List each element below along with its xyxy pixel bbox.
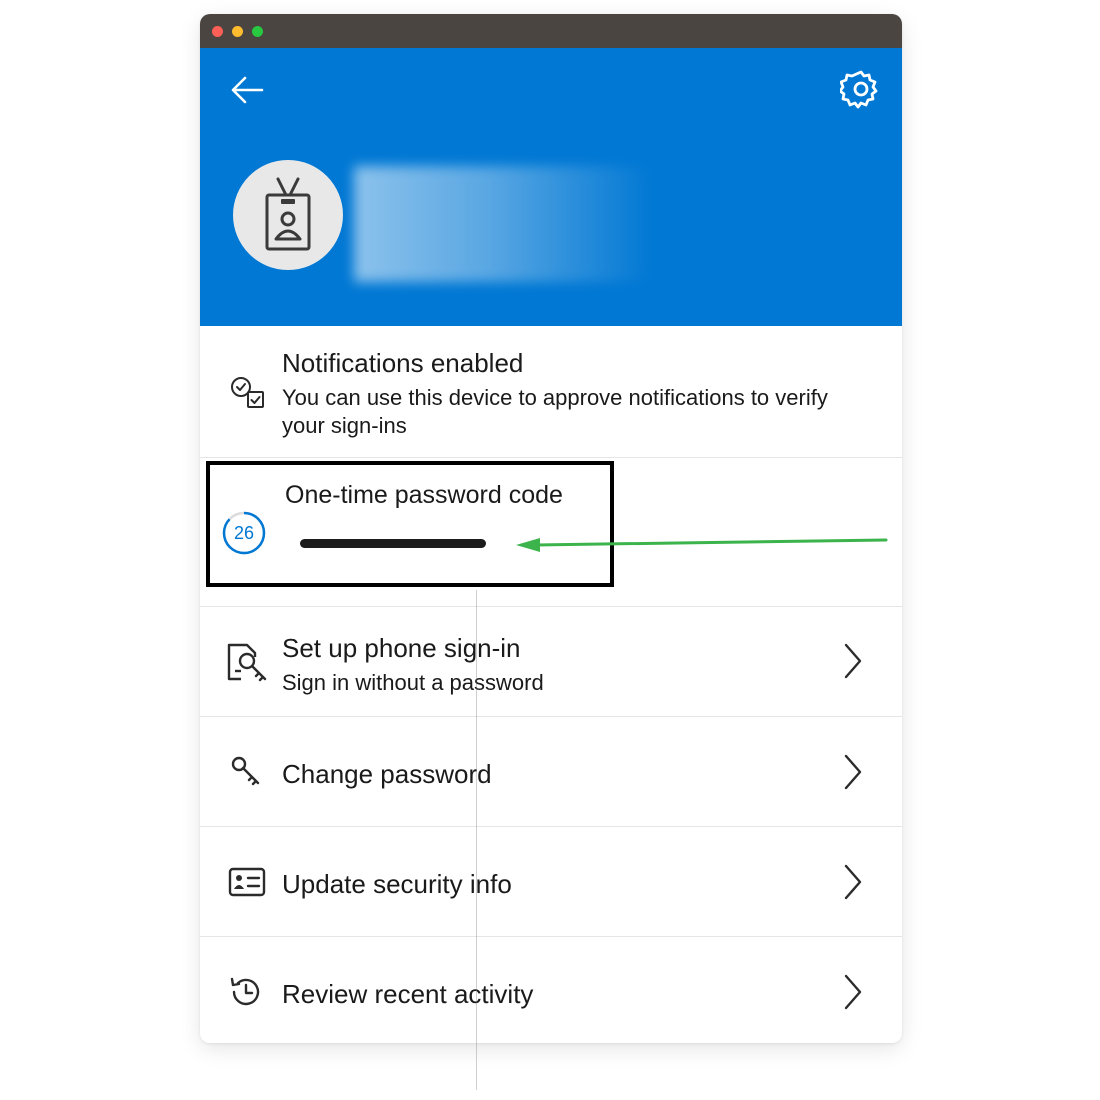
change-password-item[interactable]: Change password [200, 717, 902, 826]
otp-highlight-box [206, 461, 614, 587]
notifications-item: Notifications enabled You can use this d… [200, 326, 902, 457]
chevron-right-icon [844, 864, 862, 900]
history-icon [230, 977, 260, 1006]
account-name-redacted [354, 166, 654, 282]
back-button[interactable] [228, 70, 268, 110]
phone-signin-subtitle: Sign in without a password [282, 670, 544, 695]
avatar [233, 160, 343, 270]
phone-signin-title: Set up phone sign-in [282, 633, 521, 663]
key-icon [231, 756, 260, 786]
chevron-right-icon [844, 754, 862, 790]
update-security-info-item[interactable]: Update security info [200, 827, 902, 936]
settings-button[interactable] [838, 68, 882, 110]
update-security-info-title: Update security info [282, 869, 512, 899]
notifications-title: Notifications enabled [282, 348, 524, 378]
otp-code-redacted [300, 539, 486, 548]
contact-card-icon [228, 867, 266, 897]
close-window-button[interactable] [212, 26, 223, 37]
id-badge-icon [265, 177, 311, 251]
window-titlebar [200, 14, 902, 48]
phone-signin-item[interactable]: Set up phone sign-in Sign in without a p… [200, 607, 902, 716]
notification-check-icon [231, 377, 264, 408]
review-recent-activity-item[interactable]: Review recent activity [200, 937, 902, 1043]
guide-line [476, 590, 477, 1090]
chevron-right-icon [844, 974, 862, 1010]
phone-key-icon [227, 643, 267, 682]
chevron-right-icon [844, 643, 862, 679]
maximize-window-button[interactable] [252, 26, 263, 37]
arrow-left-icon [231, 76, 264, 104]
account-header [200, 48, 902, 326]
minimize-window-button[interactable] [232, 26, 243, 37]
gear-icon [838, 70, 878, 109]
authenticator-window: Notifications enabled You can use this d… [200, 14, 902, 1043]
change-password-title: Change password [282, 759, 492, 789]
review-recent-activity-title: Review recent activity [282, 979, 534, 1009]
otp-timer: 26 [233, 523, 255, 543]
notifications-subtitle: You can use this device to approve notif… [282, 385, 828, 438]
otp-title: One-time password code [285, 481, 563, 509]
